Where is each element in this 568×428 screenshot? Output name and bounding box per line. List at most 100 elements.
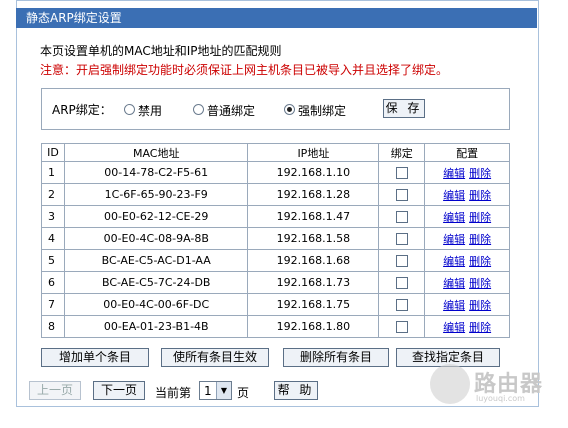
arp-table: ID MAC地址 IP地址 绑定 配置 1 00-14-78-C2-F5-61 … (41, 143, 510, 338)
row-id: 7 (41, 293, 65, 316)
arp-binding-label: ARP绑定： (52, 103, 112, 117)
row-ip: 192.168.1.10 (247, 161, 380, 184)
watermark-logo-icon (430, 364, 470, 404)
row-id: 8 (41, 315, 65, 338)
row-id: 5 (41, 249, 65, 272)
row-ip: 192.168.1.75 (247, 293, 380, 316)
radio-normal-binding-label[interactable]: 普通绑定 (207, 102, 255, 119)
add-single-entry-button[interactable]: 增加单个条目 (41, 348, 149, 367)
row-ip: 192.168.1.73 (247, 271, 380, 294)
page-select[interactable]: 1 ▼ (199, 381, 232, 400)
save-button[interactable]: 保 存 (383, 99, 425, 118)
edit-link[interactable]: 编辑 (443, 189, 465, 202)
page-description: 本页设置单机的MAC地址和IP地址的匹配规则 (40, 44, 282, 58)
row-id: 6 (41, 271, 65, 294)
bind-checkbox[interactable] (395, 299, 408, 311)
bind-checkbox[interactable] (395, 255, 408, 267)
bind-checkbox[interactable] (395, 167, 408, 179)
row-ip: 192.168.1.47 (247, 205, 380, 228)
table-row: 8 00-EA-01-23-B1-4B 192.168.1.80 编辑 删除 (41, 315, 510, 338)
bind-checkbox[interactable] (395, 211, 408, 223)
row-mac: 00-E0-4C-00-6F-DC (63, 293, 249, 316)
col-header-mac: MAC地址 (63, 143, 249, 162)
watermark-subtext: luyouqi.com (476, 394, 525, 403)
col-header-config: 配置 (424, 143, 510, 162)
row-config-cell: 编辑 删除 (424, 205, 510, 228)
enable-all-entries-button[interactable]: 使所有条目生效 (161, 348, 269, 367)
radio-force-binding[interactable] (284, 104, 295, 115)
row-bind-cell (378, 227, 426, 250)
delete-link[interactable]: 删除 (469, 255, 491, 268)
table-header-row: ID MAC地址 IP地址 绑定 配置 (41, 143, 510, 162)
chevron-down-icon[interactable]: ▼ (216, 382, 231, 399)
col-header-ip: IP地址 (247, 143, 380, 162)
row-config-cell: 编辑 删除 (424, 293, 510, 316)
row-bind-cell (378, 315, 426, 338)
row-mac: 00-E0-62-12-CE-29 (63, 205, 249, 228)
delete-link[interactable]: 删除 (469, 167, 491, 180)
edit-link[interactable]: 编辑 (443, 255, 465, 268)
row-config-cell: 编辑 删除 (424, 249, 510, 272)
row-config-cell: 编辑 删除 (424, 271, 510, 294)
row-ip: 192.168.1.68 (247, 249, 380, 272)
page-title: 静态ARP绑定设置 (16, 8, 537, 28)
prev-page-button[interactable]: 上一页 (29, 381, 81, 400)
row-config-cell: 编辑 删除 (424, 227, 510, 250)
edit-link[interactable]: 编辑 (443, 299, 465, 312)
table-row: 3 00-E0-62-12-CE-29 192.168.1.47 编辑 删除 (41, 205, 510, 228)
row-mac: 00-E0-4C-08-9A-8B (63, 227, 249, 250)
edit-link[interactable]: 编辑 (443, 277, 465, 290)
table-row: 6 BC-AE-C5-7C-24-DB 192.168.1.73 编辑 删除 (41, 271, 510, 294)
delete-link[interactable]: 删除 (469, 277, 491, 290)
bind-checkbox[interactable] (395, 321, 408, 333)
row-id: 2 (41, 183, 65, 206)
delete-link[interactable]: 删除 (469, 299, 491, 312)
row-bind-cell (378, 271, 426, 294)
row-mac: 00-14-78-C2-F5-61 (63, 161, 249, 184)
row-mac: 1C-6F-65-90-23-F9 (63, 183, 249, 206)
row-bind-cell (378, 183, 426, 206)
table-row: 4 00-E0-4C-08-9A-8B 192.168.1.58 编辑 删除 (41, 227, 510, 250)
row-id: 1 (41, 161, 65, 184)
row-mac: BC-AE-C5-AC-D1-AA (63, 249, 249, 272)
help-button[interactable]: 帮 助 (274, 381, 318, 400)
row-config-cell: 编辑 删除 (424, 183, 510, 206)
edit-link[interactable]: 编辑 (443, 167, 465, 180)
delete-link[interactable]: 删除 (469, 211, 491, 224)
row-config-cell: 编辑 删除 (424, 161, 510, 184)
warning-text: 注意：开启强制绑定功能时必须保证上网主机条目已被导入并且选择了绑定。 (40, 63, 449, 77)
row-mac: BC-AE-C5-7C-24-DB (63, 271, 249, 294)
col-header-bind: 绑定 (378, 143, 426, 162)
row-mac: 00-EA-01-23-B1-4B (63, 315, 249, 338)
table-row: 7 00-E0-4C-00-6F-DC 192.168.1.75 编辑 删除 (41, 293, 510, 316)
page-unit-label: 页 (237, 386, 250, 400)
row-ip: 192.168.1.58 (247, 227, 380, 250)
table-row: 1 00-14-78-C2-F5-61 192.168.1.10 编辑 删除 (41, 161, 510, 184)
radio-force-binding-label[interactable]: 强制绑定 (298, 102, 346, 119)
arp-binding-box: ARP绑定： 禁用 普通绑定 强制绑定 保 存 (41, 88, 510, 130)
delete-link[interactable]: 删除 (469, 233, 491, 246)
radio-disable[interactable] (124, 104, 135, 115)
radio-disable-label[interactable]: 禁用 (138, 102, 162, 119)
next-page-button[interactable]: 下一页 (93, 381, 145, 400)
row-id: 4 (41, 227, 65, 250)
edit-link[interactable]: 编辑 (443, 211, 465, 224)
row-bind-cell (378, 293, 426, 316)
bind-checkbox[interactable] (395, 277, 408, 289)
edit-link[interactable]: 编辑 (443, 321, 465, 334)
radio-normal-binding[interactable] (193, 104, 204, 115)
table-row: 5 BC-AE-C5-AC-D1-AA 192.168.1.68 编辑 删除 (41, 249, 510, 272)
row-config-cell: 编辑 删除 (424, 315, 510, 338)
row-bind-cell (378, 161, 426, 184)
delete-link[interactable]: 删除 (469, 189, 491, 202)
row-bind-cell (378, 205, 426, 228)
edit-link[interactable]: 编辑 (443, 233, 465, 246)
row-id: 3 (41, 205, 65, 228)
delete-link[interactable]: 删除 (469, 321, 491, 334)
row-ip: 192.168.1.80 (247, 315, 380, 338)
page-select-value: 1 (204, 384, 212, 398)
delete-all-entries-button[interactable]: 删除所有条目 (283, 348, 389, 367)
table-row: 2 1C-6F-65-90-23-F9 192.168.1.28 编辑 删除 (41, 183, 510, 206)
bind-checkbox[interactable] (395, 189, 408, 201)
bind-checkbox[interactable] (395, 233, 408, 245)
